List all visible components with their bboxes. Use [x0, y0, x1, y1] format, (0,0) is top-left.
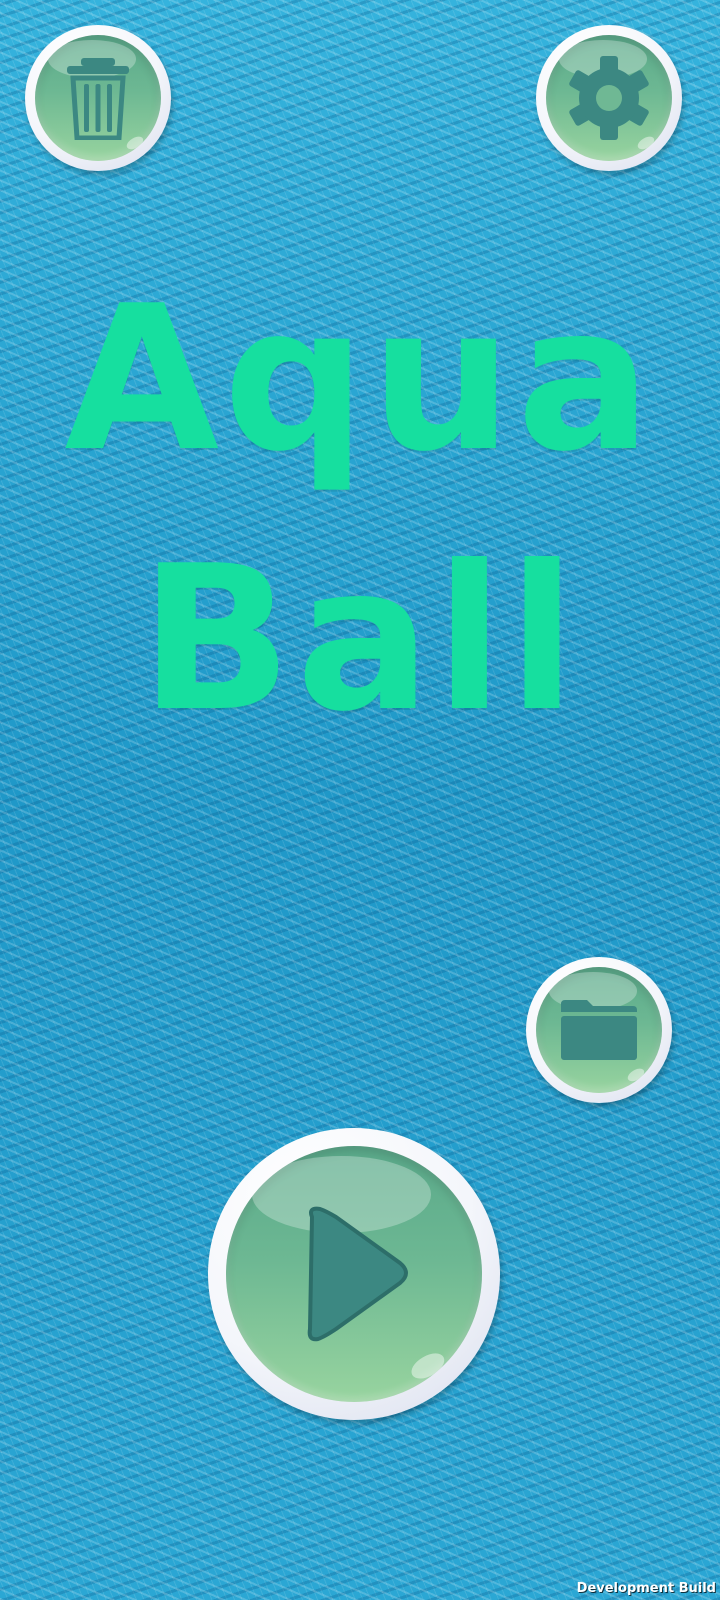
settings-button-face [546, 35, 672, 161]
play-icon [307, 1206, 408, 1342]
play-button-face [226, 1146, 482, 1402]
folder-icon [561, 1000, 637, 1060]
gear-icon [569, 56, 649, 140]
delete-button[interactable] [25, 25, 171, 171]
load-button-face [536, 967, 662, 1093]
settings-button[interactable] [536, 25, 682, 171]
delete-button-face [35, 35, 161, 161]
development-build-label: Development Build [576, 1581, 716, 1596]
game-title-line-2: Ball [139, 523, 581, 756]
load-button[interactable] [526, 957, 672, 1103]
main-menu-screen: Aqua Ball Development Build [0, 0, 720, 1600]
game-title-line-1: Aqua [64, 263, 656, 496]
trash-icon [67, 58, 129, 140]
play-button[interactable] [208, 1128, 500, 1420]
